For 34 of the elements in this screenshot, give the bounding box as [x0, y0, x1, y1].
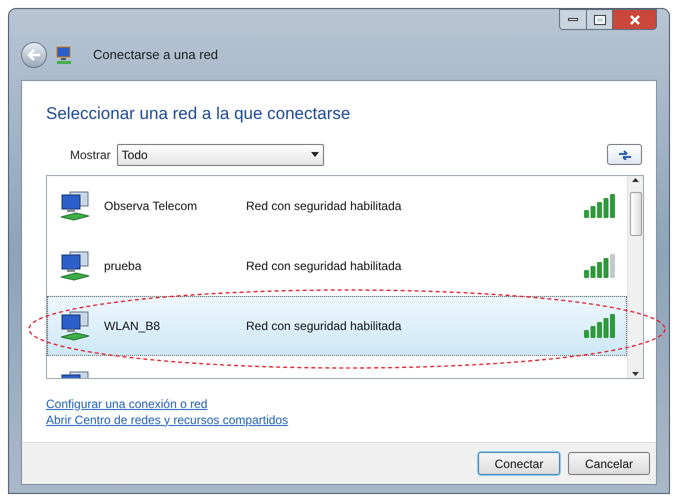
dialog-button[interactable]: Conectar: [478, 452, 560, 475]
maximize-button[interactable]: [586, 10, 612, 29]
network-row[interactable]: prueba Red con seguridad habilitada: [47, 236, 627, 296]
network-security: Red con seguridad habilitada: [246, 198, 402, 214]
back-button[interactable]: [21, 42, 47, 68]
refresh-arrows-icon: [616, 150, 632, 160]
network-computer-icon: [58, 190, 92, 220]
back-arrow-icon: [27, 49, 41, 61]
minimize-button[interactable]: [560, 10, 586, 29]
filter-label: Mostrar: [70, 146, 111, 164]
network-name: prueba: [104, 258, 142, 274]
page-heading: Seleccionar una red a la que conectarse: [46, 103, 352, 125]
dialog-button[interactable]: Cancelar: [568, 452, 650, 475]
link[interactable]: Configurar una conexión o red: [46, 396, 208, 412]
network-row[interactable]: Observa Telecom Red con seguridad habilitada: [47, 176, 627, 236]
scroll-up-icon: [632, 178, 639, 182]
close-button[interactable]: [612, 10, 656, 29]
network-security: Red con seguridad habilitada: [246, 318, 402, 334]
dropdown-caret-icon: [310, 152, 319, 157]
network-name: WLAN_B8: [104, 318, 162, 334]
scrollbar-thumb[interactable]: [630, 192, 642, 236]
network-computer-icon: [58, 310, 92, 340]
scrollbar[interactable]: [627, 176, 643, 378]
link[interactable]: Abrir Centro de redes y recursos compartidos: [46, 412, 288, 428]
filter-dropdown[interactable]: Todo: [116, 144, 324, 166]
network-row[interactable]: WLAN_B8 Red con seguridad habilitada: [47, 296, 627, 356]
network-security: Red con seguridad habilitada: [246, 258, 402, 274]
network-computer-icon: [58, 250, 92, 280]
close-icon: [630, 14, 640, 24]
window-title: Conectarse a una red: [93, 46, 218, 64]
refresh-button[interactable]: [607, 144, 642, 165]
scroll-down-icon: [632, 372, 639, 376]
network-name: Observa Telecom: [104, 198, 198, 214]
network-icon: [55, 45, 73, 65]
